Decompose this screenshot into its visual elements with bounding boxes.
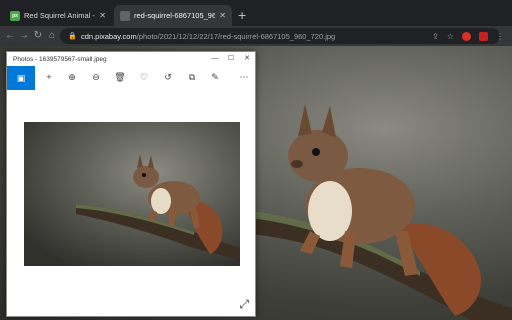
image-icon xyxy=(120,10,130,21)
delete-icon[interactable]: 🗑 xyxy=(113,70,127,84)
tab-title: red-squirrel-6867105_960_720.jpg xyxy=(134,11,216,20)
back-icon[interactable]: ← xyxy=(4,29,16,43)
photo-preview xyxy=(24,122,240,266)
favorite-icon[interactable]: ♡ xyxy=(137,70,151,84)
menu-icon[interactable]: ⋮ xyxy=(496,32,504,41)
tab-bar: px Red Squirrel Animal - Free photo ✕ re… xyxy=(0,0,512,26)
close-icon[interactable]: ✕ xyxy=(239,52,255,66)
forward-icon[interactable]: → xyxy=(18,29,30,43)
url-host: cdn.pixabay.com xyxy=(81,31,137,41)
tab-pixabay[interactable]: px Red Squirrel Animal - Free photo ✕ xyxy=(4,5,112,26)
crop-icon[interactable]: ⧉ xyxy=(185,70,199,84)
window-title: Photos - 1639579567-small.jpeg xyxy=(13,55,107,63)
reload-icon[interactable]: ↻ xyxy=(32,29,44,43)
image-icon[interactable]: ▣ xyxy=(7,66,35,90)
fullscreen-icon[interactable]: ⤢ xyxy=(239,298,249,310)
photos-app-window: Photos - 1639579567-small.jpeg — ☐ ✕ ▣ +… xyxy=(6,51,256,317)
title-bar: Photos - 1639579567-small.jpeg — ☐ ✕ xyxy=(7,52,255,66)
pixabay-icon: px xyxy=(10,10,20,21)
close-icon[interactable]: ✕ xyxy=(99,11,106,20)
minimize-icon[interactable]: — xyxy=(207,52,223,66)
close-icon[interactable]: ✕ xyxy=(219,11,226,20)
lock-icon[interactable]: 🔒 xyxy=(68,32,77,40)
url-path: /photo/2021/12/12/22/17/red-squirrel-686… xyxy=(136,31,336,41)
browser-toolbar: ← → ↻ ⌂ 🔒 cdn.pixabay.com /photo/2021/12… xyxy=(0,26,512,46)
rotate-icon[interactable]: ↺ xyxy=(161,70,175,84)
new-tab-button[interactable]: + xyxy=(238,8,246,22)
zoom-in-icon[interactable]: ⊕ xyxy=(65,70,79,84)
squirrel-photo-thumbnail xyxy=(24,122,240,266)
tab-image[interactable]: red-squirrel-6867105_960_720.jpg ✕ xyxy=(114,5,232,26)
share-icon[interactable]: ⇪ xyxy=(432,32,439,41)
photos-toolbar: ▣ + ⊕ ⊖ 🗑 ♡ ↺ ⧉ ✎ ⋯ xyxy=(7,66,255,90)
star-icon[interactable]: ☆ xyxy=(447,32,454,41)
edit-icon[interactable]: ✎ xyxy=(208,70,222,84)
add-icon[interactable]: + xyxy=(42,70,56,84)
tab-title: Red Squirrel Animal - Free photo xyxy=(24,11,95,20)
extension-icon[interactable] xyxy=(462,31,471,41)
maximize-icon[interactable]: ☐ xyxy=(223,52,239,66)
extension-icon[interactable] xyxy=(479,31,488,41)
more-icon[interactable]: ⋯ xyxy=(237,70,251,84)
home-icon[interactable]: ⌂ xyxy=(46,29,58,43)
zoom-out-icon[interactable]: ⊖ xyxy=(89,70,103,84)
